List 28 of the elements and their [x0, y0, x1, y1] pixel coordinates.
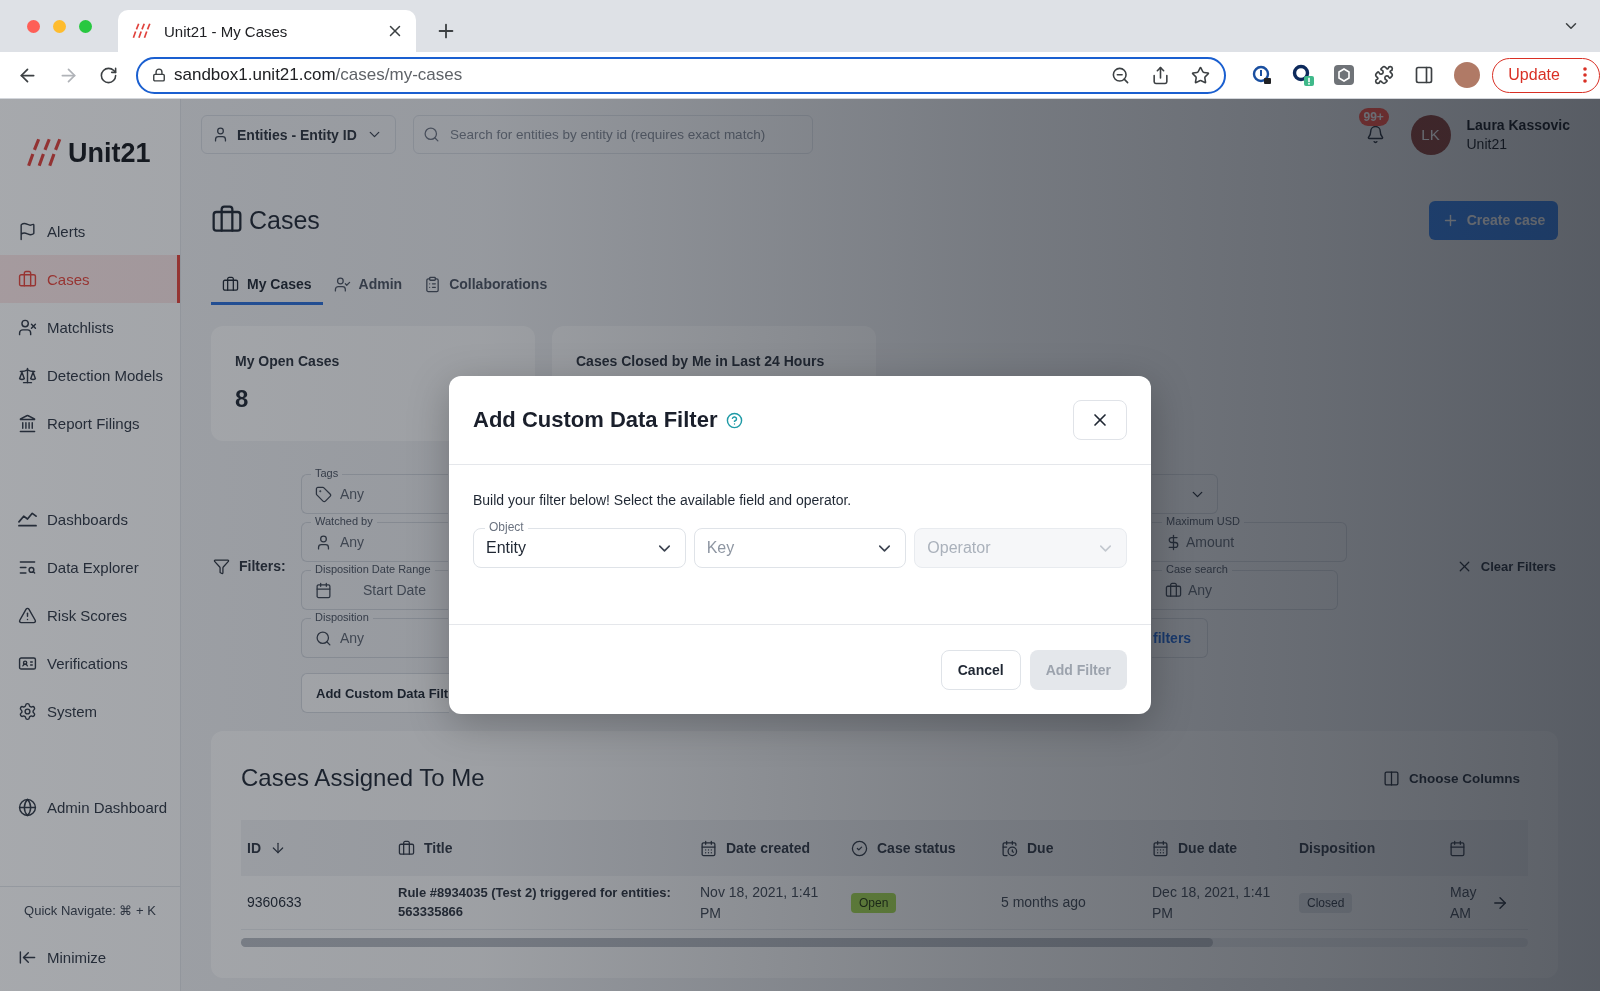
stat-label: My Open Cases [235, 352, 341, 370]
table-cell-text: 9360633 [246, 893, 303, 913]
stat-label: Cases Closed by Me in Last 24 Hours [576, 352, 826, 370]
modal-description: Build your filter below! Select the available field and operator. [473, 491, 853, 510]
section-title: Cases Assigned To Me [241, 764, 485, 792]
field-label: Object [485, 520, 528, 534]
stat-value: 8 [235, 385, 250, 413]
quick-navigate-hint: Quick Navigate: ⌘ + K [23, 901, 157, 920]
field-label: Disposition Date Range [311, 563, 435, 576]
status-badge: Open [851, 892, 897, 913]
field-label: Disposition [311, 611, 373, 624]
field-label: Tags [311, 467, 343, 480]
page-title: Cases [249, 205, 320, 235]
user-name: Laura Kassovic [1466, 117, 1570, 133]
filters-label: Filters: [239, 558, 286, 574]
modal-title: Add Custom Data Filter [473, 407, 718, 433]
notification-badge: 99+ [1358, 108, 1389, 126]
field-label: Maximum USD [1162, 515, 1244, 528]
field-label: Case search [1162, 563, 1232, 576]
table-cell-text: Dec 18, 2021, 1:41 PM [1151, 883, 1272, 923]
table-cell-text: May AM [1450, 883, 1478, 923]
logo-text: Unit21 [68, 137, 151, 169]
table-cell-text: 5 months ago [1000, 893, 1087, 913]
table-cell-text: Nov 18, 2021, 1:41 PM [699, 883, 820, 923]
user-org: Unit21 [1466, 136, 1508, 152]
field-label: Watched by [311, 515, 377, 528]
tab-title: Unit21 - My Cases [164, 22, 289, 40]
disposition-badge: Closed [1299, 892, 1353, 913]
